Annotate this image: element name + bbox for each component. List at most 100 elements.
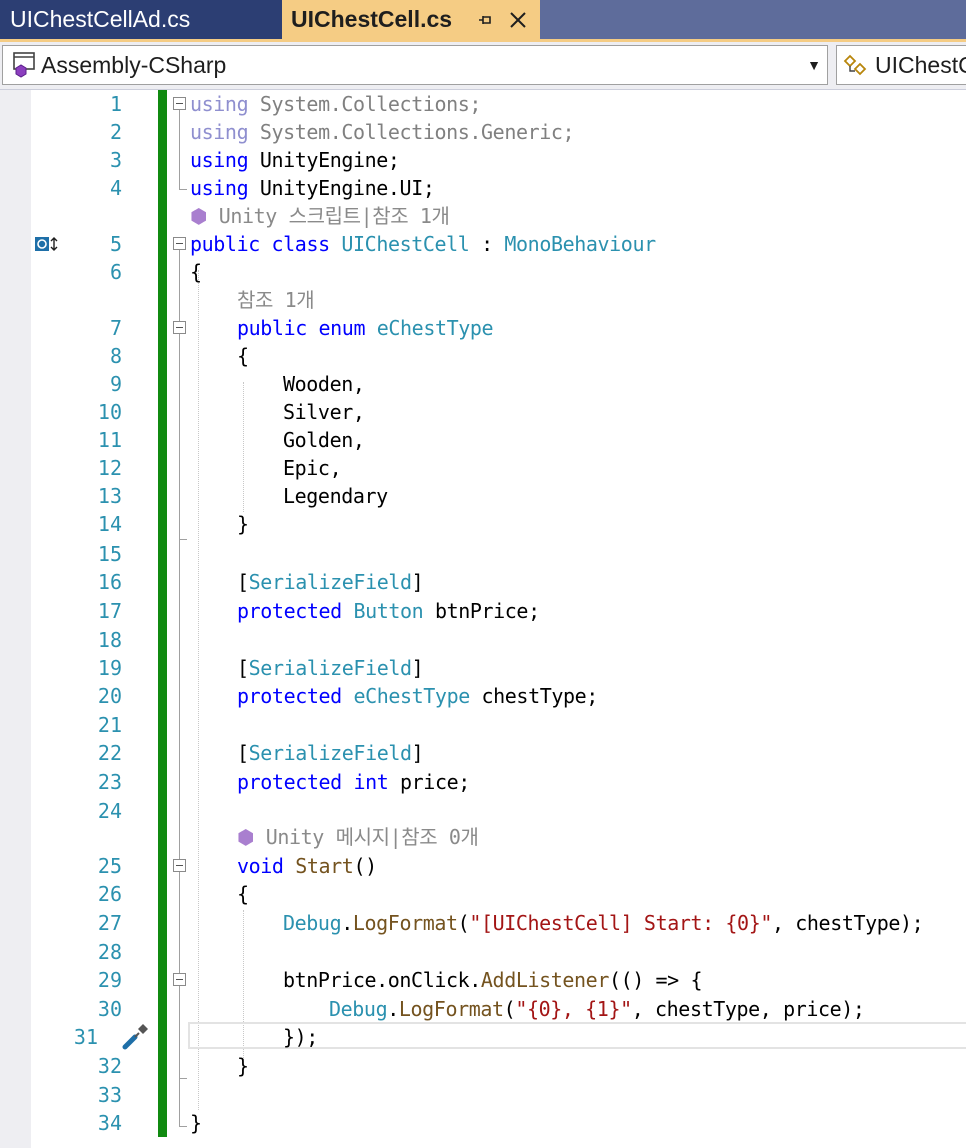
line-number: 17 — [97, 599, 122, 623]
type-name: Button — [353, 599, 424, 623]
line-number: 4 — [109, 176, 122, 200]
line-number: 34 — [97, 1111, 122, 1135]
method-name: Start — [295, 854, 354, 878]
code-line-1: 1 using System.Collections; — [0, 90, 966, 118]
keyword: public — [237, 316, 307, 340]
code-text: System.Collections.Generic; — [248, 120, 575, 144]
code-line-34: 34 } — [0, 1109, 966, 1137]
code-line-17: 17 protected Button btnPrice; — [0, 597, 966, 625]
code-line-8: 8 { — [0, 342, 966, 370]
code-text: UnityEngine.UI; — [248, 176, 435, 200]
type-name: eChestType — [353, 684, 470, 708]
type-name: Debug — [283, 911, 342, 935]
close-icon[interactable] — [503, 2, 533, 38]
line-number: 21 — [97, 713, 122, 737]
type-name: eChestType — [376, 316, 494, 340]
unity-cube-icon: ⬢ — [237, 825, 255, 849]
tab-uichestcell[interactable]: UIChestCell.cs — [282, 0, 540, 39]
tab-uichestcell-label: UIChestCell.cs — [291, 6, 453, 32]
code-line-29: 29 btnPrice.onClick.AddListener(() => { — [0, 966, 966, 994]
type-name: UIChestCell — [341, 232, 470, 256]
codelens-enum[interactable]: 참조 1개 — [0, 286, 966, 314]
tab-uichestcellad[interactable]: UIChestCellAd.cs — [0, 0, 282, 39]
collapse-toggle-icon[interactable] — [173, 97, 186, 110]
code-text: [ — [237, 570, 249, 594]
code-line-19: 19 [SerializeField] — [0, 654, 966, 682]
codelens-text[interactable]: 참조 1개 — [237, 286, 315, 314]
class-dropdown[interactable]: UIChestC — [836, 45, 966, 85]
keyword: using — [190, 120, 249, 144]
code-line-20: 20 protected eChestType chestType; — [0, 682, 966, 710]
pin-icon[interactable] — [470, 2, 500, 38]
project-dropdown-label: Assembly-CSharp — [41, 51, 227, 78]
line-number: 1 — [109, 92, 122, 116]
project-icon — [3, 46, 41, 84]
code-text: } — [190, 1111, 202, 1135]
code-text: price; — [388, 770, 470, 794]
type-name: MonoBehaviour — [504, 232, 656, 256]
quick-action-screwdriver-icon[interactable] — [122, 1023, 152, 1051]
line-number: 18 — [97, 628, 122, 652]
code-text: { — [190, 260, 202, 284]
codelens-text[interactable]: Unity 스크립트|참조 1개 — [219, 204, 450, 228]
line-number: 6 — [109, 260, 122, 284]
code-line-32: 32 } — [0, 1052, 966, 1080]
code-line-2: 2 using System.Collections.Generic; — [0, 118, 966, 146]
line-number: 8 — [109, 344, 122, 368]
code-line-16: 16 [SerializeField] — [0, 568, 966, 596]
codelens-text[interactable]: Unity 메시지|참조 0개 — [266, 825, 479, 849]
collapse-toggle-icon[interactable] — [173, 237, 186, 250]
keyword: using — [190, 92, 249, 116]
line-number: 3 — [109, 148, 122, 172]
attribute-name: SerializeField — [248, 656, 412, 680]
code-line-18: 18 — [0, 626, 966, 654]
line-number: 11 — [97, 428, 122, 452]
codelens-class[interactable]: ⬢ Unity 스크립트|참조 1개 — [0, 202, 966, 230]
code-line-24: 24 — [0, 797, 966, 825]
code-text: ] — [411, 570, 424, 594]
navigation-bar: Assembly-CSharp ▼ UIChestC — [0, 42, 966, 90]
code-text: ] — [411, 656, 424, 680]
line-number: 26 — [97, 882, 122, 906]
override-navigation-icon[interactable] — [34, 236, 60, 252]
collapse-toggle-icon[interactable] — [173, 859, 186, 872]
line-number: 31 — [73, 1025, 98, 1049]
code-line-15: 15 — [0, 540, 966, 568]
code-text: { — [237, 344, 249, 368]
line-number: 16 — [97, 570, 122, 594]
code-text: : — [469, 232, 505, 256]
keyword: enum — [318, 316, 366, 340]
keyword: protected — [237, 599, 342, 623]
codelens-start[interactable]: ⬢ Unity 메시지|참조 0개 — [0, 823, 966, 851]
code-line-28: 28 — [0, 938, 966, 966]
code-text: } — [237, 1054, 249, 1078]
code-line-21: 21 — [0, 711, 966, 739]
code-line-23: 23 protected int price; — [0, 768, 966, 796]
line-number: 23 — [97, 770, 122, 794]
code-text: } — [237, 512, 249, 536]
code-line-9: 9 Wooden, — [0, 370, 966, 398]
code-line-14: 14 } — [0, 510, 966, 538]
code-line-30: 30 Debug.LogFormat("{0}, {1}", chestType… — [0, 995, 966, 1023]
attribute-name: SerializeField — [248, 741, 412, 765]
code-line-22: 22 [SerializeField] — [0, 739, 966, 767]
code-text: [ — [237, 741, 249, 765]
class-icon — [837, 46, 875, 84]
code-text: ( — [503, 997, 516, 1021]
code-line-33: 33 — [0, 1081, 966, 1109]
code-editor[interactable]: 1 using System.Collections; 2 using Syst… — [0, 90, 966, 1148]
line-number: 13 — [97, 484, 122, 508]
code-line-13: 13 Legendary — [0, 482, 966, 510]
collapse-toggle-icon[interactable] — [173, 973, 186, 986]
keyword: protected — [237, 770, 342, 794]
code-line-3: 3 using UnityEngine; — [0, 146, 966, 174]
code-text: ] — [411, 741, 424, 765]
code-line-7: 7 public enum eChestType — [0, 314, 966, 342]
collapse-toggle-icon[interactable] — [173, 321, 186, 334]
project-dropdown[interactable]: Assembly-CSharp ▼ — [2, 45, 828, 85]
line-number: 9 — [109, 372, 122, 396]
line-number: 33 — [97, 1083, 122, 1107]
code-text: Wooden, — [283, 372, 365, 396]
chevron-down-icon: ▼ — [807, 57, 821, 73]
line-number: 7 — [109, 316, 122, 340]
